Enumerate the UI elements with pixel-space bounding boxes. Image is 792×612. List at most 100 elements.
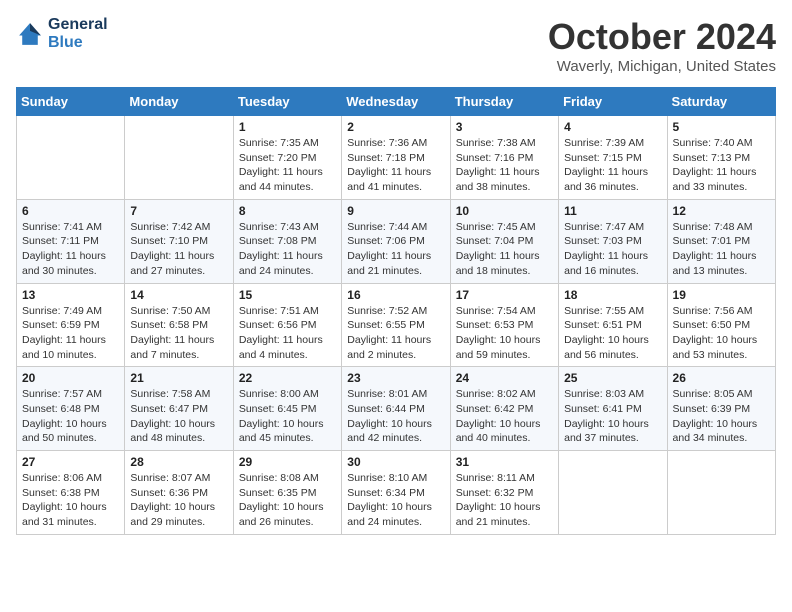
- calendar-day-cell: [17, 116, 125, 200]
- calendar-day-cell: 27 Sunrise: 8:06 AM Sunset: 6:38 PM Dayl…: [17, 451, 125, 535]
- sunset: Sunset: 6:56 PM: [239, 319, 317, 331]
- daylight: Daylight: 10 hours and 53 minutes.: [673, 334, 758, 361]
- day-number: 2: [347, 120, 444, 134]
- sunset: Sunset: 7:13 PM: [673, 152, 751, 164]
- calendar-week-row: 1 Sunrise: 7:35 AM Sunset: 7:20 PM Dayli…: [17, 116, 776, 200]
- sunrise: Sunrise: 8:11 AM: [456, 472, 535, 484]
- day-number: 29: [239, 455, 336, 469]
- day-number: 8: [239, 204, 336, 218]
- calendar-day-cell: 20 Sunrise: 7:57 AM Sunset: 6:48 PM Dayl…: [17, 367, 125, 451]
- day-number: 21: [130, 371, 227, 385]
- sunrise: Sunrise: 8:06 AM: [22, 472, 102, 484]
- sunrise: Sunrise: 7:38 AM: [456, 137, 536, 149]
- daylight: Daylight: 10 hours and 48 minutes.: [130, 418, 215, 445]
- sunset: Sunset: 7:10 PM: [130, 235, 208, 247]
- calendar-week-row: 20 Sunrise: 7:57 AM Sunset: 6:48 PM Dayl…: [17, 367, 776, 451]
- sunrise: Sunrise: 7:47 AM: [564, 221, 644, 233]
- sunset: Sunset: 6:36 PM: [130, 487, 208, 499]
- sunset: Sunset: 6:50 PM: [673, 319, 751, 331]
- sunset: Sunset: 6:32 PM: [456, 487, 534, 499]
- day-number: 25: [564, 371, 661, 385]
- day-info: Sunrise: 7:51 AM Sunset: 6:56 PM Dayligh…: [239, 304, 336, 363]
- calendar-day-cell: 7 Sunrise: 7:42 AM Sunset: 7:10 PM Dayli…: [125, 199, 233, 283]
- daylight: Daylight: 11 hours and 33 minutes.: [673, 166, 757, 193]
- day-info: Sunrise: 8:00 AM Sunset: 6:45 PM Dayligh…: [239, 387, 336, 446]
- sunset: Sunset: 6:45 PM: [239, 403, 317, 415]
- sunset: Sunset: 6:51 PM: [564, 319, 642, 331]
- sunset: Sunset: 6:44 PM: [347, 403, 425, 415]
- weekday-header: Saturday: [667, 88, 775, 116]
- calendar-day-cell: [559, 451, 667, 535]
- sunset: Sunset: 6:42 PM: [456, 403, 534, 415]
- day-info: Sunrise: 8:05 AM Sunset: 6:39 PM Dayligh…: [673, 387, 770, 446]
- day-info: Sunrise: 8:11 AM Sunset: 6:32 PM Dayligh…: [456, 471, 553, 530]
- daylight: Daylight: 11 hours and 41 minutes.: [347, 166, 431, 193]
- sunrise: Sunrise: 7:45 AM: [456, 221, 536, 233]
- sunset: Sunset: 6:47 PM: [130, 403, 208, 415]
- calendar-day-cell: 19 Sunrise: 7:56 AM Sunset: 6:50 PM Dayl…: [667, 283, 775, 367]
- title-block: October 2024 Waverly, Michigan, United S…: [548, 16, 776, 75]
- weekday-header: Thursday: [450, 88, 558, 116]
- daylight: Daylight: 10 hours and 42 minutes.: [347, 418, 432, 445]
- day-number: 7: [130, 204, 227, 218]
- calendar-day-cell: 17 Sunrise: 7:54 AM Sunset: 6:53 PM Dayl…: [450, 283, 558, 367]
- daylight: Daylight: 11 hours and 10 minutes.: [22, 334, 106, 361]
- daylight: Daylight: 10 hours and 29 minutes.: [130, 501, 215, 528]
- day-info: Sunrise: 8:08 AM Sunset: 6:35 PM Dayligh…: [239, 471, 336, 530]
- day-info: Sunrise: 7:45 AM Sunset: 7:04 PM Dayligh…: [456, 220, 553, 279]
- calendar-day-cell: 26 Sunrise: 8:05 AM Sunset: 6:39 PM Dayl…: [667, 367, 775, 451]
- sunset: Sunset: 6:58 PM: [130, 319, 208, 331]
- sunrise: Sunrise: 7:43 AM: [239, 221, 319, 233]
- sunrise: Sunrise: 7:36 AM: [347, 137, 427, 149]
- day-info: Sunrise: 7:42 AM Sunset: 7:10 PM Dayligh…: [130, 220, 227, 279]
- day-number: 22: [239, 371, 336, 385]
- day-number: 9: [347, 204, 444, 218]
- calendar-day-cell: 29 Sunrise: 8:08 AM Sunset: 6:35 PM Dayl…: [233, 451, 341, 535]
- daylight: Daylight: 10 hours and 26 minutes.: [239, 501, 324, 528]
- location: Waverly, Michigan, United States: [548, 58, 776, 75]
- day-info: Sunrise: 7:50 AM Sunset: 6:58 PM Dayligh…: [130, 304, 227, 363]
- day-number: 17: [456, 288, 553, 302]
- weekday-header: Tuesday: [233, 88, 341, 116]
- daylight: Daylight: 11 hours and 4 minutes.: [239, 334, 323, 361]
- sunrise: Sunrise: 7:57 AM: [22, 388, 102, 400]
- sunrise: Sunrise: 7:49 AM: [22, 305, 102, 317]
- daylight: Daylight: 11 hours and 24 minutes.: [239, 250, 323, 277]
- day-info: Sunrise: 7:56 AM Sunset: 6:50 PM Dayligh…: [673, 304, 770, 363]
- calendar-day-cell: 28 Sunrise: 8:07 AM Sunset: 6:36 PM Dayl…: [125, 451, 233, 535]
- day-number: 19: [673, 288, 770, 302]
- sunset: Sunset: 6:59 PM: [22, 319, 100, 331]
- calendar-day-cell: 10 Sunrise: 7:45 AM Sunset: 7:04 PM Dayl…: [450, 199, 558, 283]
- calendar-day-cell: 31 Sunrise: 8:11 AM Sunset: 6:32 PM Dayl…: [450, 451, 558, 535]
- daylight: Daylight: 11 hours and 18 minutes.: [456, 250, 540, 277]
- day-info: Sunrise: 7:36 AM Sunset: 7:18 PM Dayligh…: [347, 136, 444, 195]
- sunrise: Sunrise: 7:54 AM: [456, 305, 536, 317]
- calendar-day-cell: 30 Sunrise: 8:10 AM Sunset: 6:34 PM Dayl…: [342, 451, 450, 535]
- daylight: Daylight: 10 hours and 37 minutes.: [564, 418, 649, 445]
- day-number: 12: [673, 204, 770, 218]
- day-info: Sunrise: 7:55 AM Sunset: 6:51 PM Dayligh…: [564, 304, 661, 363]
- day-number: 26: [673, 371, 770, 385]
- day-info: Sunrise: 8:02 AM Sunset: 6:42 PM Dayligh…: [456, 387, 553, 446]
- day-number: 31: [456, 455, 553, 469]
- calendar-day-cell: 24 Sunrise: 8:02 AM Sunset: 6:42 PM Dayl…: [450, 367, 558, 451]
- weekday-header: Monday: [125, 88, 233, 116]
- month-title: October 2024: [548, 16, 776, 58]
- calendar-day-cell: 13 Sunrise: 7:49 AM Sunset: 6:59 PM Dayl…: [17, 283, 125, 367]
- calendar-day-cell: 1 Sunrise: 7:35 AM Sunset: 7:20 PM Dayli…: [233, 116, 341, 200]
- calendar-table: SundayMondayTuesdayWednesdayThursdayFrid…: [16, 87, 776, 535]
- calendar-day-cell: 22 Sunrise: 8:00 AM Sunset: 6:45 PM Dayl…: [233, 367, 341, 451]
- day-info: Sunrise: 7:57 AM Sunset: 6:48 PM Dayligh…: [22, 387, 119, 446]
- sunrise: Sunrise: 7:55 AM: [564, 305, 644, 317]
- sunrise: Sunrise: 7:42 AM: [130, 221, 210, 233]
- day-info: Sunrise: 7:52 AM Sunset: 6:55 PM Dayligh…: [347, 304, 444, 363]
- daylight: Daylight: 10 hours and 21 minutes.: [456, 501, 541, 528]
- daylight: Daylight: 11 hours and 27 minutes.: [130, 250, 214, 277]
- daylight: Daylight: 11 hours and 21 minutes.: [347, 250, 431, 277]
- sunrise: Sunrise: 8:01 AM: [347, 388, 427, 400]
- daylight: Daylight: 10 hours and 45 minutes.: [239, 418, 324, 445]
- daylight: Daylight: 10 hours and 34 minutes.: [673, 418, 758, 445]
- calendar-day-cell: 25 Sunrise: 8:03 AM Sunset: 6:41 PM Dayl…: [559, 367, 667, 451]
- day-number: 4: [564, 120, 661, 134]
- sunrise: Sunrise: 7:44 AM: [347, 221, 427, 233]
